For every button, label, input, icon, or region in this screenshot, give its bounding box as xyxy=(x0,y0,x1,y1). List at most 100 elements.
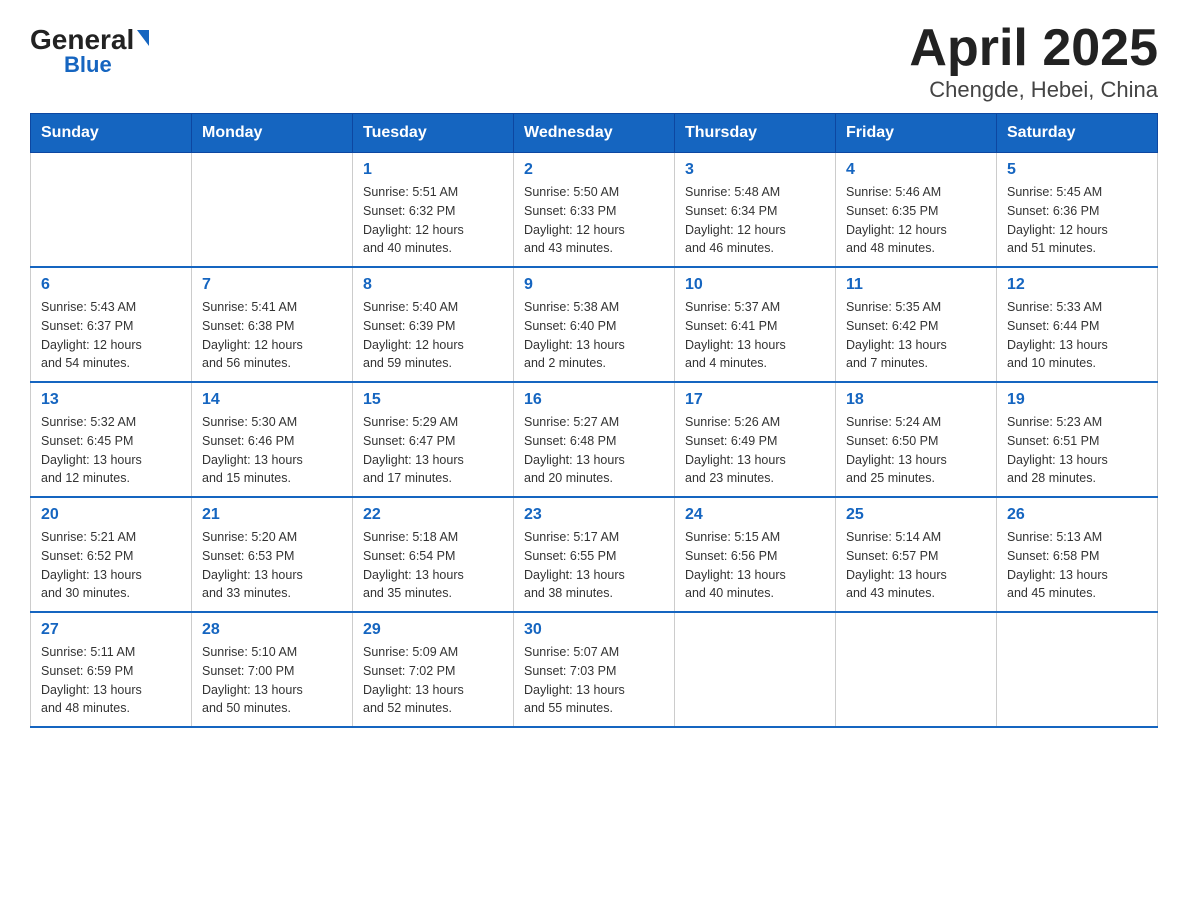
calendar-day-cell xyxy=(997,612,1158,727)
calendar-day-cell xyxy=(31,153,192,268)
day-number: 10 xyxy=(685,276,825,294)
calendar-week-row: 20 Sunrise: 5:21 AMSunset: 6:52 PMDayligh… xyxy=(31,497,1158,612)
calendar-day-cell: 24Sunrise: 5:15 AMSunset: 6:56 PMDayligh… xyxy=(675,497,836,612)
day-number: 3 xyxy=(685,161,825,179)
calendar-day-cell: 2 Sunrise: 5:50 AMSunset: 6:33 PMDaylight… xyxy=(514,153,675,268)
calendar-day-cell: 25 Sunrise: 5:14 AMSunset: 6:57 PMDayligh… xyxy=(836,497,997,612)
day-info: Sunrise: 5:09 AMSunset: 7:02 PMDaylight:… xyxy=(363,643,503,718)
day-number: 13 xyxy=(41,391,181,409)
day-number: 30 xyxy=(524,621,664,639)
calendar-day-cell: 9 Sunrise: 5:38 AMSunset: 6:40 PMDaylight… xyxy=(514,267,675,382)
calendar-table: SundayMondayTuesdayWednesdayThursdayFrid… xyxy=(30,113,1158,728)
calendar-header-friday: Friday xyxy=(836,114,997,153)
calendar-day-cell: 22 Sunrise: 5:18 AMSunset: 6:54 PMDayligh… xyxy=(353,497,514,612)
calendar-week-row: 13 Sunrise: 5:32 AMSunset: 6:45 PMDayligh… xyxy=(31,382,1158,497)
day-number: 19 xyxy=(1007,391,1147,409)
day-info: Sunrise: 5:17 AMSunset: 6:55 PMDaylight:… xyxy=(524,528,664,603)
day-number: 2 xyxy=(524,161,664,179)
calendar-header-monday: Monday xyxy=(192,114,353,153)
calendar-day-cell xyxy=(675,612,836,727)
calendar-day-cell: 3 Sunrise: 5:48 AMSunset: 6:34 PMDaylight… xyxy=(675,153,836,268)
calendar-week-row: 1 Sunrise: 5:51 AMSunset: 6:32 PMDaylight… xyxy=(31,153,1158,268)
calendar-day-cell: 16Sunrise: 5:27 AMSunset: 6:48 PMDayligh… xyxy=(514,382,675,497)
day-info: Sunrise: 5:24 AMSunset: 6:50 PMDaylight:… xyxy=(846,413,986,488)
calendar-day-cell: 17 Sunrise: 5:26 AMSunset: 6:49 PMDayligh… xyxy=(675,382,836,497)
logo-blue: Blue xyxy=(64,54,112,76)
day-info: Sunrise: 5:46 AMSunset: 6:35 PMDaylight:… xyxy=(846,183,986,258)
day-number: 12 xyxy=(1007,276,1147,294)
day-number: 4 xyxy=(846,161,986,179)
day-info: Sunrise: 5:14 AMSunset: 6:57 PMDaylight:… xyxy=(846,528,986,603)
day-number: 26 xyxy=(1007,506,1147,524)
day-number: 14 xyxy=(202,391,342,409)
day-number: 24 xyxy=(685,506,825,524)
day-number: 11 xyxy=(846,276,986,294)
day-info: Sunrise: 5:40 AMSunset: 6:39 PMDaylight:… xyxy=(363,298,503,373)
calendar-day-cell: 8 Sunrise: 5:40 AMSunset: 6:39 PMDaylight… xyxy=(353,267,514,382)
day-info: Sunrise: 5:20 AMSunset: 6:53 PMDaylight:… xyxy=(202,528,342,603)
calendar-day-cell: 12 Sunrise: 5:33 AMSunset: 6:44 PMDayligh… xyxy=(997,267,1158,382)
day-number: 9 xyxy=(524,276,664,294)
day-info: Sunrise: 5:50 AMSunset: 6:33 PMDaylight:… xyxy=(524,183,664,258)
day-info: Sunrise: 5:26 AMSunset: 6:49 PMDaylight:… xyxy=(685,413,825,488)
day-number: 17 xyxy=(685,391,825,409)
day-number: 8 xyxy=(363,276,503,294)
day-info: Sunrise: 5:07 AMSunset: 7:03 PMDaylight:… xyxy=(524,643,664,718)
calendar-day-cell: 1 Sunrise: 5:51 AMSunset: 6:32 PMDaylight… xyxy=(353,153,514,268)
day-info: Sunrise: 5:51 AMSunset: 6:32 PMDaylight:… xyxy=(363,183,503,258)
calendar-header-tuesday: Tuesday xyxy=(353,114,514,153)
day-info: Sunrise: 5:13 AMSunset: 6:58 PMDaylight:… xyxy=(1007,528,1147,603)
day-info: Sunrise: 5:33 AMSunset: 6:44 PMDaylight:… xyxy=(1007,298,1147,373)
calendar-day-cell: 30 Sunrise: 5:07 AMSunset: 7:03 PMDayligh… xyxy=(514,612,675,727)
day-number: 1 xyxy=(363,161,503,179)
calendar-day-cell: 10 Sunrise: 5:37 AMSunset: 6:41 PMDayligh… xyxy=(675,267,836,382)
calendar-day-cell: 4 Sunrise: 5:46 AMSunset: 6:35 PMDaylight… xyxy=(836,153,997,268)
day-info: Sunrise: 5:43 AMSunset: 6:37 PMDaylight:… xyxy=(41,298,181,373)
day-info: Sunrise: 5:48 AMSunset: 6:34 PMDaylight:… xyxy=(685,183,825,258)
day-info: Sunrise: 5:32 AMSunset: 6:45 PMDaylight:… xyxy=(41,413,181,488)
day-info: Sunrise: 5:38 AMSunset: 6:40 PMDaylight:… xyxy=(524,298,664,373)
logo: General Blue xyxy=(30,26,149,76)
day-number: 18 xyxy=(846,391,986,409)
calendar-day-cell: 23 Sunrise: 5:17 AMSunset: 6:55 PMDayligh… xyxy=(514,497,675,612)
day-info: Sunrise: 5:18 AMSunset: 6:54 PMDaylight:… xyxy=(363,528,503,603)
calendar-day-cell: 29 Sunrise: 5:09 AMSunset: 7:02 PMDayligh… xyxy=(353,612,514,727)
day-info: Sunrise: 5:41 AMSunset: 6:38 PMDaylight:… xyxy=(202,298,342,373)
calendar-day-cell: 28 Sunrise: 5:10 AMSunset: 7:00 PMDayligh… xyxy=(192,612,353,727)
calendar-day-cell: 21Sunrise: 5:20 AMSunset: 6:53 PMDayligh… xyxy=(192,497,353,612)
calendar-day-cell: 18 Sunrise: 5:24 AMSunset: 6:50 PMDayligh… xyxy=(836,382,997,497)
day-info: Sunrise: 5:23 AMSunset: 6:51 PMDaylight:… xyxy=(1007,413,1147,488)
day-info: Sunrise: 5:35 AMSunset: 6:42 PMDaylight:… xyxy=(846,298,986,373)
header: General Blue April 2025 Chengde, Hebei, … xyxy=(30,20,1158,103)
day-number: 29 xyxy=(363,621,503,639)
calendar-header-row: SundayMondayTuesdayWednesdayThursdayFrid… xyxy=(31,114,1158,153)
day-info: Sunrise: 5:30 AMSunset: 6:46 PMDaylight:… xyxy=(202,413,342,488)
page-subtitle: Chengde, Hebei, China xyxy=(909,77,1158,103)
title-block: April 2025 Chengde, Hebei, China xyxy=(909,20,1158,103)
calendar-header-sunday: Sunday xyxy=(31,114,192,153)
day-number: 25 xyxy=(846,506,986,524)
day-number: 23 xyxy=(524,506,664,524)
day-info: Sunrise: 5:29 AMSunset: 6:47 PMDaylight:… xyxy=(363,413,503,488)
day-number: 20 xyxy=(41,506,181,524)
day-info: Sunrise: 5:37 AMSunset: 6:41 PMDaylight:… xyxy=(685,298,825,373)
calendar-day-cell: 26 Sunrise: 5:13 AMSunset: 6:58 PMDayligh… xyxy=(997,497,1158,612)
day-number: 27 xyxy=(41,621,181,639)
day-info: Sunrise: 5:21 AMSunset: 6:52 PMDaylight:… xyxy=(41,528,181,603)
day-info: Sunrise: 5:10 AMSunset: 7:00 PMDaylight:… xyxy=(202,643,342,718)
day-number: 5 xyxy=(1007,161,1147,179)
day-number: 28 xyxy=(202,621,342,639)
logo-triangle-icon xyxy=(137,30,149,46)
calendar-day-cell xyxy=(836,612,997,727)
calendar-week-row: 6Sunrise: 5:43 AMSunset: 6:37 PMDaylight… xyxy=(31,267,1158,382)
day-number: 22 xyxy=(363,506,503,524)
calendar-day-cell xyxy=(192,153,353,268)
day-info: Sunrise: 5:27 AMSunset: 6:48 PMDaylight:… xyxy=(524,413,664,488)
calendar-header-saturday: Saturday xyxy=(997,114,1158,153)
calendar-header-thursday: Thursday xyxy=(675,114,836,153)
calendar-week-row: 27Sunrise: 5:11 AMSunset: 6:59 PMDayligh… xyxy=(31,612,1158,727)
calendar-day-cell: 5 Sunrise: 5:45 AMSunset: 6:36 PMDaylight… xyxy=(997,153,1158,268)
calendar-day-cell: 6Sunrise: 5:43 AMSunset: 6:37 PMDaylight… xyxy=(31,267,192,382)
logo-general: General xyxy=(30,26,134,54)
day-info: Sunrise: 5:45 AMSunset: 6:36 PMDaylight:… xyxy=(1007,183,1147,258)
